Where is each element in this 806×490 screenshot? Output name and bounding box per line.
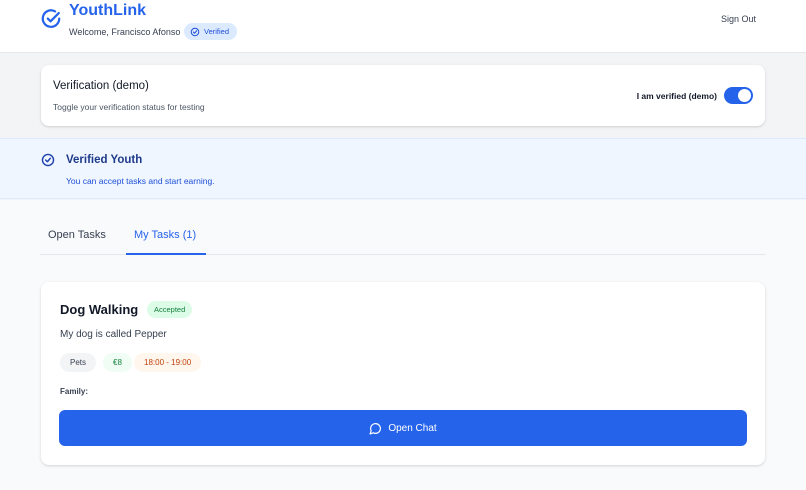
check-circle-icon [190,27,200,36]
circle-check-icon [41,9,61,28]
sign-out-button[interactable]: Sign Out [721,14,756,24]
verified-badge-label: Verified [204,27,230,36]
banner-subtitle: You can accept tasks and start earning. [66,176,215,186]
circle-check-icon [41,153,55,167]
verification-toggle[interactable] [724,87,753,104]
open-chat-button[interactable]: Open Chat [59,410,747,446]
task-card: Dog Walking Accepted My dog is called Pe… [41,282,765,465]
welcome-text: Welcome, Francisco Afonso [69,27,181,37]
time-chip: 18:00 - 19:00 [134,353,202,372]
task-tabs: Open Tasks My Tasks (1) [40,218,766,255]
verification-title: Verification (demo) [53,80,149,92]
family-label: Family: [60,387,89,396]
status-badge: Accepted [147,301,193,318]
verified-badge: Verified [184,23,238,40]
task-title: Dog Walking [60,302,139,317]
task-description: My dog is called Pepper [60,329,167,340]
tab-open-tasks[interactable]: Open Tasks [40,218,114,255]
toggle-knob [738,89,751,102]
verification-card: Verification (demo) Toggle your verifica… [41,65,765,126]
tab-my-tasks[interactable]: My Tasks (1) [126,218,206,255]
app-header: YouthLink Welcome, Francisco Afonso Veri… [0,0,806,53]
category-chip: Pets [60,353,97,372]
banner-title: Verified Youth [66,154,143,166]
open-chat-label: Open Chat [388,422,437,434]
price-chip: €8 [103,353,132,372]
message-circle-icon [369,422,382,435]
brand-title: YouthLink [69,2,147,19]
verified-banner: Verified Youth You can accept tasks and … [0,138,806,199]
verification-toggle-label: I am verified (demo) [636,91,717,101]
verification-subtitle: Toggle your verification status for test… [53,102,205,112]
